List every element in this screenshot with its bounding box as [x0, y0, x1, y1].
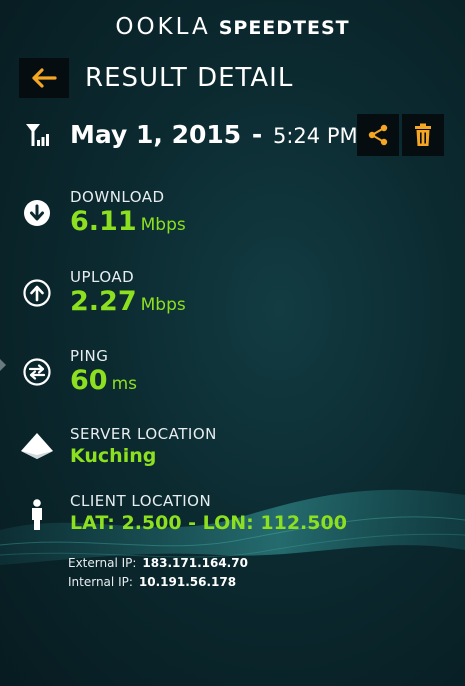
share-button[interactable] [357, 114, 399, 156]
download-label: DOWNLOAD [70, 188, 165, 206]
upload-label: UPLOAD [70, 268, 135, 286]
delete-button[interactable] [402, 114, 444, 156]
client-location: CLIENT LOCATION LAT: 2.500 - LON: 112.50… [0, 492, 465, 562]
result-date-row: May 1, 2015 - 5:24 PM [22, 114, 452, 158]
ping-value-row: 60 ms [70, 365, 137, 396]
page-title: RESULT DETAIL [85, 63, 294, 93]
trash-icon [415, 123, 431, 146]
upload-metric: UPLOAD 2.27 Mbps [0, 268, 465, 338]
brand-ookla: OOKLA [115, 14, 211, 40]
upload-value: 2.27 [70, 286, 137, 317]
server-location: SERVER LOCATION Kuching [0, 425, 465, 495]
result-date: May 1, 2015 [70, 120, 242, 149]
ping-icon [23, 358, 51, 386]
external-ip-label: External IP: [68, 556, 137, 570]
brand-speedtest: SPEEDTEST [218, 17, 350, 39]
upload-value-row: 2.27 Mbps [70, 286, 186, 317]
result-datetime: May 1, 2015 - 5:24 PM [70, 120, 358, 149]
download-value-row: 6.11 Mbps [70, 206, 186, 237]
date-separator: - [251, 120, 263, 149]
signal-icon [26, 124, 49, 146]
external-ip-value: 183.171.164.70 [142, 556, 248, 570]
internal-ip-value: 10.191.56.178 [138, 575, 237, 589]
result-time: 5:24 PM [272, 124, 358, 148]
server-location-icon [21, 433, 53, 459]
internal-ip-label: Internal IP: [68, 575, 133, 589]
upload-unit: Mbps [140, 295, 186, 315]
share-icon [368, 124, 388, 146]
ping-metric: PING 60 ms [0, 347, 465, 417]
server-value: Kuching [70, 445, 157, 467]
client-value: LAT: 2.500 - LON: 112.500 [70, 512, 347, 534]
download-unit: Mbps [140, 215, 186, 235]
external-ip-row: External IP: 183.171.164.70 [68, 556, 248, 570]
upload-icon [23, 279, 51, 307]
arrow-left-icon [32, 68, 57, 88]
download-value: 6.11 [70, 206, 137, 237]
ping-label: PING [70, 347, 109, 365]
server-label: SERVER LOCATION [70, 425, 217, 443]
download-icon [24, 200, 50, 226]
back-button[interactable] [19, 58, 69, 98]
internal-ip-row: Internal IP: 10.191.56.178 [68, 575, 236, 589]
app-logo: OOKLA SPEEDTEST [0, 14, 465, 40]
download-metric: DOWNLOAD 6.11 Mbps [0, 188, 465, 258]
ping-value: 60 [70, 365, 108, 396]
ping-unit: ms [111, 374, 137, 394]
person-icon [32, 499, 42, 530]
client-label: CLIENT LOCATION [70, 492, 212, 510]
